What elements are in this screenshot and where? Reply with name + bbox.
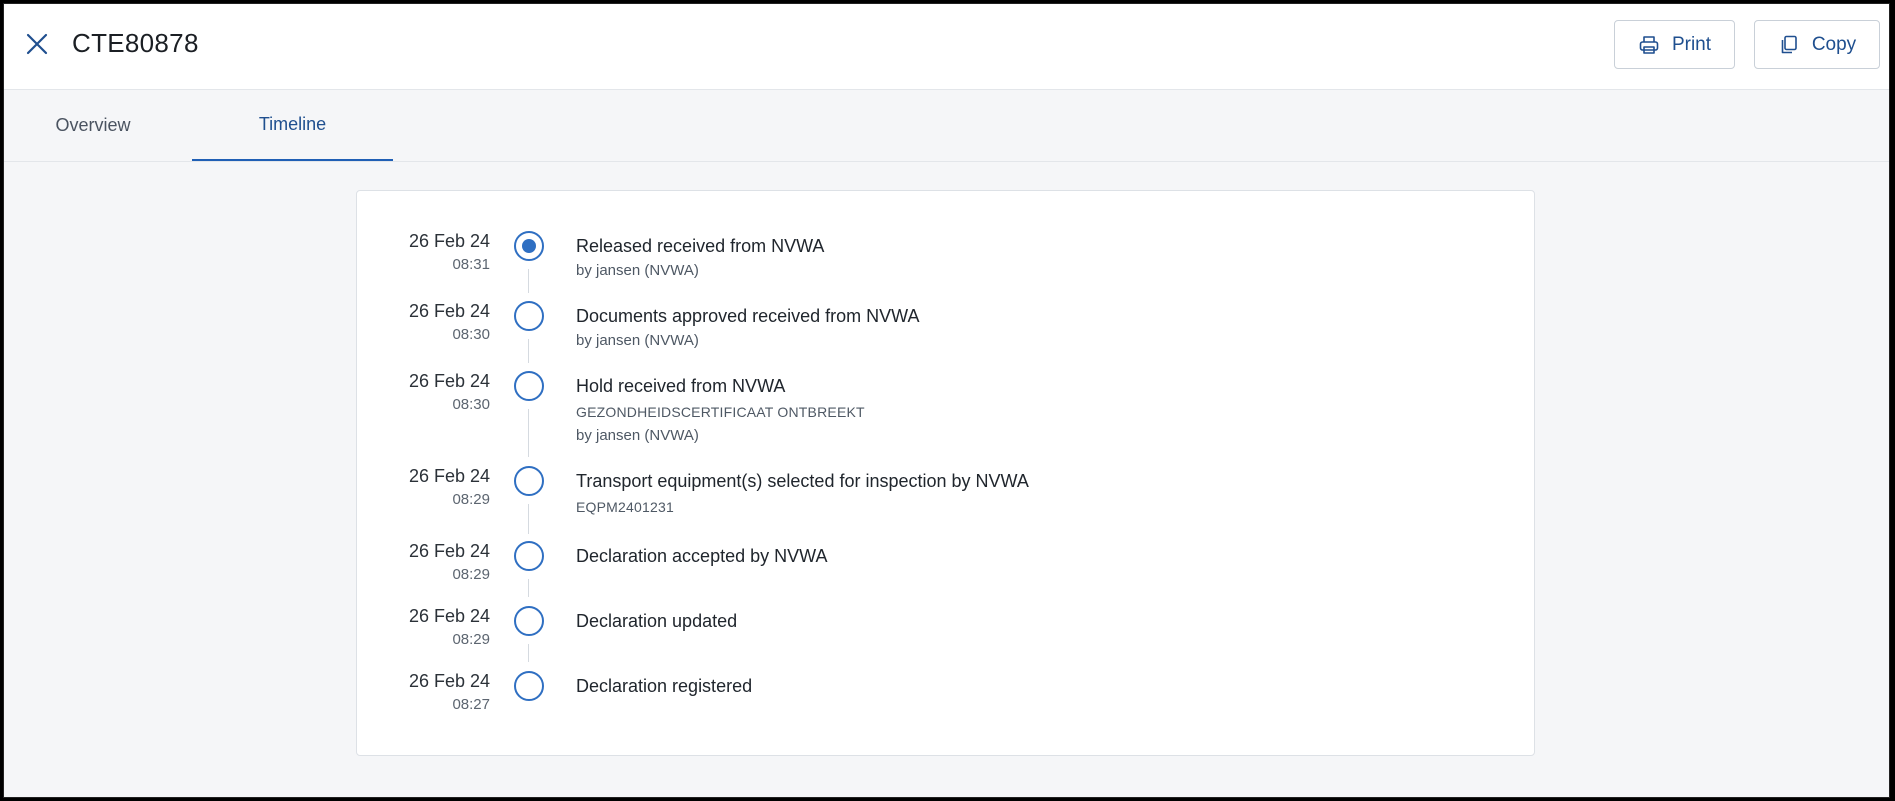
entry-title: Transport equipment(s) selected for insp… [576,471,1029,491]
printer-icon [1639,35,1659,54]
entry-date: 26 Feb 24 [408,671,490,691]
entry-detail: by jansen (NVWA) [576,427,699,444]
tab-bar: Overview Timeline [4,90,1889,162]
copy-button[interactable]: Copy [1754,20,1880,69]
window: CTE80878 Print Copy Overview Timeline 26… [3,3,1890,798]
entry-title: Declaration updated [576,611,738,631]
entry-time: 08:27 [452,696,490,713]
entry-time: 08:29 [452,566,490,583]
entry-time: 08:31 [452,256,490,273]
timeline-dot-active [514,231,544,261]
copy-label: Copy [1811,33,1857,55]
timeline-dot [514,541,544,571]
entry-date: 26 Feb 24 [408,606,490,626]
timeline-connector [528,504,529,534]
timeline-card: 26 Feb 24 08:31 Released received from N… [356,190,1535,756]
header-bar: CTE80878 Print Copy [4,4,1889,90]
entry-detail: by jansen (NVWA) [576,262,699,279]
entry-title: Released received from NVWA [576,236,825,256]
entry-date: 26 Feb 24 [408,231,490,251]
timeline-connector [528,409,529,457]
entry-detail: by jansen (NVWA) [576,332,699,349]
entry-date: 26 Feb 24 [408,301,490,321]
timeline-dot [514,671,544,701]
print-label: Print [1671,33,1712,55]
entry-detail: EQPM2401231 [576,499,674,515]
timeline-connector [528,644,529,662]
entry-title: Hold received from NVWA [576,376,786,396]
timeline-connector [528,269,529,293]
entry-title: Declaration registered [576,676,753,696]
timeline-dot [514,466,544,496]
page-title: CTE80878 [72,28,199,58]
entry-date: 26 Feb 24 [408,371,490,391]
timeline-dot [514,606,544,636]
tab-timeline[interactable]: Timeline [192,90,393,161]
timeline-dot [514,371,544,401]
close-icon[interactable] [24,31,50,57]
timeline-connector [528,339,529,363]
entry-title: Declaration accepted by NVWA [576,546,828,566]
entry-date: 26 Feb 24 [408,541,490,561]
entry-time: 08:29 [452,631,490,648]
entry-time: 08:29 [452,491,490,508]
timeline-connector [528,579,529,597]
entry-date: 26 Feb 24 [408,466,490,486]
entry-detail: GEZONDHEIDSCERTIFICAAT ONTBREEKT [576,404,865,420]
entry-title: Documents approved received from NVWA [576,306,920,326]
tab-overview[interactable]: Overview [4,90,182,161]
copy-icon [1781,35,1797,53]
timeline-dot [514,301,544,331]
print-button[interactable]: Print [1614,20,1735,69]
entry-time: 08:30 [452,326,490,343]
entry-time: 08:30 [452,396,490,413]
